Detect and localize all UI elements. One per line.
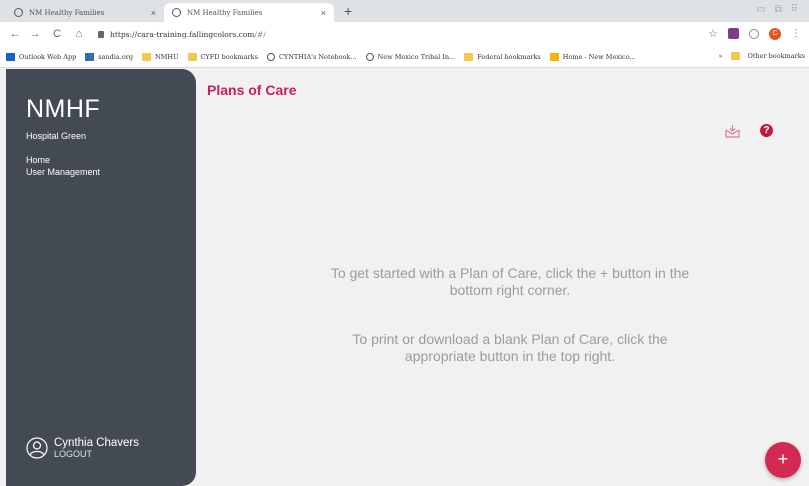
tab-title: NM Healthy Families	[29, 8, 105, 17]
page-title: Plans of Care	[207, 82, 297, 98]
folder-icon	[730, 52, 740, 60]
logout-link[interactable]: LOGOUT	[54, 449, 139, 459]
empty-state-print-hint: To print or download a blank Plan of Car…	[352, 331, 668, 364]
globe-icon	[14, 8, 23, 17]
new-tab-button[interactable]: +	[344, 4, 352, 18]
bookmarks-overflow-button[interactable]: »	[719, 52, 723, 60]
nm-icon	[549, 52, 559, 61]
forward-icon[interactable]: →	[28, 28, 42, 40]
bookmark-label: NMHU	[155, 52, 179, 61]
url-host: https://cara-training.fallingcolors.com	[110, 29, 255, 39]
bookmarks-right: » Other bookmarks	[719, 52, 805, 60]
bookmark-outlook[interactable]: Outlook Web App	[6, 52, 77, 61]
sidebar: NMHF Hospital Green Home User Management…	[6, 69, 196, 486]
profile-avatar[interactable]: C	[769, 27, 781, 40]
back-icon[interactable]: ←	[8, 28, 22, 40]
menu-kebab-icon[interactable]: ⋮	[791, 28, 801, 39]
globe-icon	[266, 52, 275, 61]
outlook-icon	[6, 52, 15, 61]
bookmark-label: New Mexico Tribal In...	[377, 52, 456, 61]
page-actions: ?	[725, 124, 773, 143]
bookmark-federal[interactable]: Federal bookmarks	[464, 52, 541, 61]
tab-title: NM Healthy Families	[187, 8, 263, 17]
sidebar-item-user-management[interactable]: User Management	[26, 166, 100, 178]
download-icon[interactable]	[725, 124, 740, 143]
bookmark-label: Federal bookmarks	[477, 52, 541, 61]
toolbar-actions: ☆ C ⋮	[708, 27, 801, 40]
user-avatar-icon	[26, 437, 48, 459]
app-area: NMHF Hospital Green Home User Management…	[0, 69, 809, 486]
sidebar-nav: Home User Management	[26, 154, 100, 178]
bookmark-label: CYNTHIA's Notebook...	[278, 52, 357, 61]
bookmarks-bar: Outlook Web App sandia.org NMHU CYFD boo…	[0, 46, 809, 68]
folder-icon	[464, 52, 474, 61]
user-name: Cynthia Chavers	[54, 437, 140, 449]
bookmark-sandia[interactable]: sandia.org	[85, 52, 134, 61]
browser-tab-1[interactable]: NM Healthy Families ×	[6, 3, 164, 22]
address-bar[interactable]: https://cara-training.fallingcolors.com/…	[110, 30, 266, 39]
other-bookmarks[interactable]: Other bookmarks	[748, 52, 806, 60]
folder-icon	[142, 52, 152, 61]
globe-icon	[365, 52, 374, 61]
help-icon[interactable]: ?	[760, 124, 773, 137]
bookmark-star-icon[interactable]: ☆	[708, 27, 718, 40]
bookmark-tribal[interactable]: New Mexico Tribal In...	[365, 52, 456, 61]
browser-toolbar: ← → C ⌂ https://cara-training.fallingcol…	[0, 22, 809, 46]
bookmark-nmhu[interactable]: NMHU	[142, 52, 179, 61]
organization-name: Hospital Green	[26, 131, 87, 141]
bookmark-cyfd[interactable]: CYFD bookmarks	[187, 52, 258, 61]
close-tab-icon[interactable]: ×	[151, 8, 156, 18]
url-path: /#/	[254, 29, 266, 39]
extension-icon[interactable]	[749, 28, 759, 39]
reload-icon[interactable]: C	[50, 28, 64, 40]
window-controls[interactable]: ▭ ⧉ ⠿	[757, 4, 801, 15]
bookmark-label: Home - New Mexico...	[562, 52, 636, 61]
home-icon[interactable]: ⌂	[72, 28, 86, 40]
brand-logo[interactable]: NMHF	[26, 95, 100, 124]
bookmark-notebook[interactable]: CYNTHIA's Notebook...	[266, 52, 357, 61]
bookmark-label: Outlook Web App	[19, 52, 77, 61]
bookmark-nm-home[interactable]: Home - New Mexico...	[549, 52, 636, 61]
sidebar-item-home[interactable]: Home	[26, 154, 100, 166]
globe-icon	[172, 8, 181, 17]
bookmark-label: sandia.org	[98, 52, 134, 61]
sandia-icon	[85, 52, 95, 61]
browser-tab-strip: NM Healthy Families × NM Healthy Familie…	[0, 0, 809, 22]
bookmark-label: CYFD bookmarks	[200, 52, 258, 61]
add-plan-button[interactable]: +	[765, 442, 801, 478]
user-profile: Cynthia Chavers LOGOUT	[26, 437, 139, 459]
extension-icon[interactable]	[728, 28, 739, 39]
empty-state-create-hint: To get started with a Plan of Care, clic…	[330, 265, 690, 298]
folder-icon	[187, 52, 197, 61]
browser-tab-2-active[interactable]: NM Healthy Families ×	[164, 3, 334, 22]
close-tab-icon[interactable]: ×	[321, 8, 326, 18]
lock-icon	[98, 30, 104, 38]
